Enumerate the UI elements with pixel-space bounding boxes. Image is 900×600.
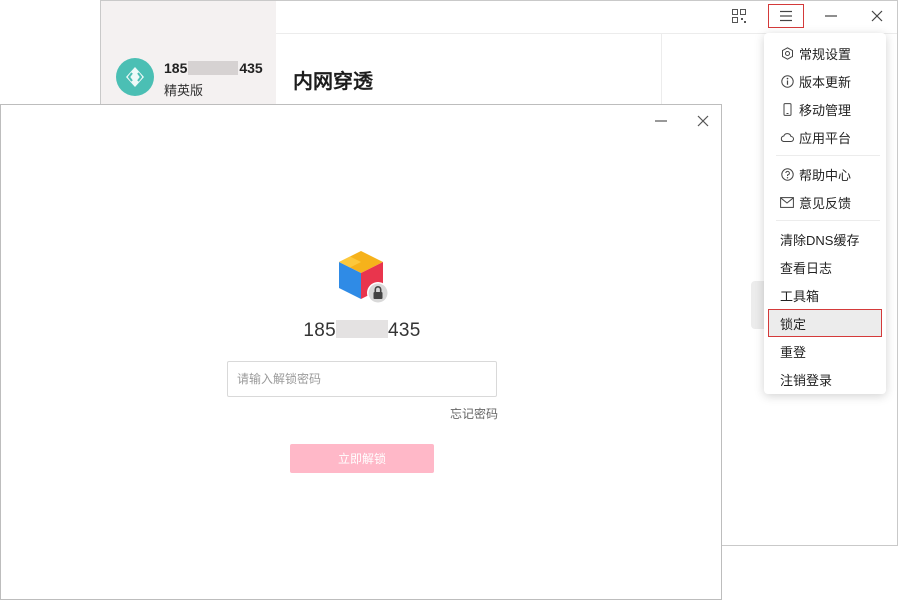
phone-redaction [188, 61, 239, 75]
menu-item-relogin[interactable]: 重登 [764, 337, 886, 365]
menu-item-label: 清除DNS缓存 [780, 232, 860, 248]
menu-item-help-center[interactable]: 帮助中心 [764, 160, 886, 188]
hamburger-icon [780, 10, 792, 22]
close-icon[interactable] [870, 9, 884, 23]
mail-icon [780, 195, 794, 209]
phone-suffix: 435 [239, 60, 263, 76]
app-logo-icon [126, 67, 144, 87]
help-icon [780, 167, 794, 181]
menu-item-clear-dns-cache[interactable]: 清除DNS缓存 [764, 225, 886, 253]
menu-item-lock[interactable]: 锁定 [768, 309, 882, 337]
minimize-icon[interactable] [824, 9, 838, 23]
menu-item-general-settings[interactable]: 常规设置 [764, 39, 886, 67]
avatar[interactable] [116, 58, 154, 96]
close-icon[interactable] [696, 114, 710, 128]
menu-item-view-logs[interactable]: 查看日志 [764, 253, 886, 281]
menu-button[interactable] [768, 4, 804, 28]
menu-item-label: 锁定 [780, 316, 807, 332]
phone-redaction [336, 320, 388, 338]
menu-item-label: 意见反馈 [799, 195, 852, 211]
unlock-button[interactable]: 立即解锁 [290, 444, 434, 473]
phone-prefix: 185 [303, 320, 336, 341]
qr-code-icon[interactable] [732, 9, 746, 23]
menu-item-label: 帮助中心 [799, 167, 852, 183]
user-edition: 精英版 [164, 83, 204, 98]
lock-user-phone: 185 435 [1, 320, 723, 342]
minimize-icon[interactable] [654, 114, 668, 128]
page-title: 内网穿透 [293, 71, 373, 93]
menu-item-app-platform[interactable]: 应用平台 [764, 123, 886, 151]
menu-item-label: 应用平台 [799, 130, 852, 146]
forgot-password-link[interactable]: 忘记密码 [450, 405, 498, 422]
locked-cube-logo-icon [339, 251, 389, 304]
menu-item-mobile-management[interactable]: 移动管理 [764, 95, 886, 123]
phone-icon [780, 102, 794, 116]
menu-item-logout[interactable]: 注销登录 [764, 365, 886, 393]
menu-item-label: 重登 [780, 344, 807, 360]
menu-item-label: 移动管理 [799, 102, 852, 118]
menu-item-toolbox[interactable]: 工具箱 [764, 281, 886, 309]
unlock-password-input[interactable] [227, 361, 497, 397]
menu-separator [776, 155, 880, 156]
info-icon [780, 74, 794, 88]
menu-item-label: 工具箱 [780, 288, 820, 304]
divider [661, 33, 662, 113]
menu-item-feedback[interactable]: 意见反馈 [764, 188, 886, 216]
lock-dialog: 185 435 忘记密码 立即解锁 [0, 104, 722, 600]
gear-icon [780, 46, 794, 60]
menu-item-label: 查看日志 [780, 260, 833, 276]
menu-item-label: 版本更新 [799, 74, 852, 90]
phone-prefix: 185 [164, 60, 188, 76]
menu-item-label: 注销登录 [780, 372, 833, 388]
main-menu-dropdown: 常规设置 版本更新 移动管理 应用平台 帮助中心 意见反馈 清除DNS缓存 查看… [764, 33, 886, 394]
menu-separator [776, 220, 880, 221]
menu-item-label: 常规设置 [799, 46, 852, 62]
phone-suffix: 435 [388, 320, 421, 341]
menu-item-version-update[interactable]: 版本更新 [764, 67, 886, 95]
user-phone: 185 435 [164, 60, 263, 76]
cloud-icon [780, 130, 794, 144]
